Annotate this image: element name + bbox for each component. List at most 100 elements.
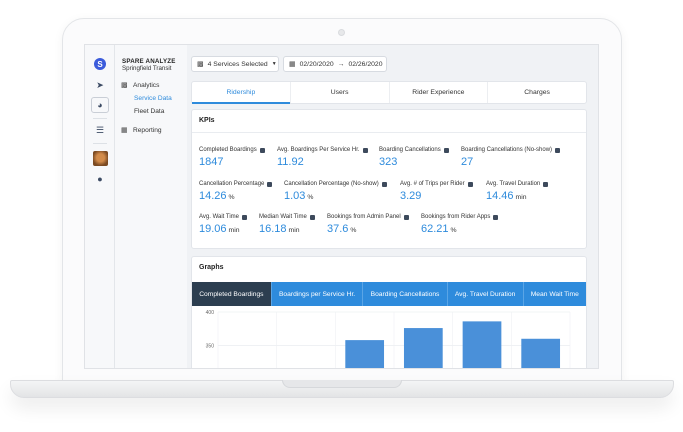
- info-icon[interactable]: [543, 181, 549, 187]
- date-range-picker[interactable]: ▦ 02/20/2020 → 02/26/2020: [283, 56, 387, 72]
- nav-item-fleet-data[interactable]: Fleet Data: [134, 108, 164, 115]
- kpi-value: 27: [461, 156, 474, 168]
- services-dropdown[interactable]: ▩ 4 Services Selected ▼: [191, 56, 279, 72]
- kpi-value: 14.46: [486, 190, 514, 202]
- main-content: ▩ 4 Services Selected ▼ ▦ 02/20/2020 → 0…: [187, 45, 598, 369]
- dashboard-icon[interactable]: ◕: [91, 97, 109, 113]
- kpi-label: Boarding Cancellations (No-show): [461, 147, 553, 153]
- kpi-label: Avg. Wait Time: [199, 214, 240, 220]
- info-icon[interactable]: [242, 214, 248, 220]
- kpi-unit: %: [450, 227, 457, 234]
- bar[interactable]: [462, 321, 502, 369]
- app-screen: S ➤ ◕ ☰ ● SPARE ANALYZE Springfield Tran…: [84, 44, 599, 369]
- graph-tab-completed-boardings[interactable]: Completed Boardings: [192, 282, 272, 306]
- kpi-label: Bookings from Rider Apps: [421, 214, 491, 220]
- info-icon[interactable]: [259, 147, 265, 153]
- kpi-avg-boardings-per-hr: Avg. Boardings Per Service Hr. 11.92: [277, 147, 368, 168]
- kpi-value: 3.29: [400, 190, 422, 202]
- nav-item-label: Analytics: [133, 82, 160, 89]
- graph-tab-boarding-cancellations[interactable]: Boarding Cancellations: [363, 282, 448, 306]
- kpi-label: Boarding Cancellations: [379, 147, 441, 153]
- rocket-icon[interactable]: ➤: [91, 77, 109, 93]
- section-tabs: Ridership Users Rider Experience Charges: [191, 81, 587, 104]
- nav-item-label: Reporting: [133, 127, 162, 134]
- kpi-median-wait-time: Median Wait Time 16.18 min: [259, 214, 315, 235]
- info-icon[interactable]: [555, 147, 561, 153]
- chevron-down-icon: ▼: [271, 61, 277, 67]
- org-subtitle: Springfield Transit: [122, 65, 172, 72]
- kpi-value: 323: [379, 156, 398, 168]
- info-icon[interactable]: [443, 147, 449, 153]
- org-name: SPARE ANALYZE: [122, 58, 176, 65]
- graph-tabs: Completed Boardings Boardings per Servic…: [192, 282, 587, 306]
- kpi-boarding-cancellations: Boarding Cancellations 323: [379, 147, 449, 168]
- nav-item-analytics[interactable]: ▩ Analytics: [121, 82, 159, 89]
- kpi-label: Completed Boardings: [199, 147, 257, 153]
- icon-rail: S ➤ ◕ ☰ ●: [85, 45, 115, 368]
- tab-charges[interactable]: Charges: [488, 82, 586, 103]
- table-icon: ▦: [121, 127, 128, 134]
- laptop-camera: [338, 29, 345, 36]
- kpi-label: Median Wait Time: [259, 214, 307, 220]
- nav-item-reporting[interactable]: ▦ Reporting: [121, 127, 162, 134]
- kpi-unit: min: [228, 227, 240, 234]
- spare-logo-icon[interactable]: S: [94, 58, 106, 70]
- kpi-card-title: KPIs: [199, 117, 215, 124]
- tab-ridership[interactable]: Ridership: [192, 82, 291, 104]
- kpi-cancellation-percentage-no-show: Cancellation Percentage (No-show) 1.03%: [284, 181, 387, 202]
- kpi-value: 16.18: [259, 223, 287, 235]
- graph-tab-boardings-per-service-hr[interactable]: Boardings per Service Hr.: [271, 282, 364, 306]
- bell-icon[interactable]: ●: [91, 171, 109, 187]
- graph-tab-avg-travel-duration[interactable]: Avg. Travel Duration: [447, 282, 524, 306]
- kpi-value: 37.6: [327, 223, 349, 235]
- kpi-avg-travel-duration: Avg. Travel Duration 14.46 min: [486, 181, 549, 202]
- info-icon[interactable]: [362, 147, 368, 153]
- kpi-label: Cancellation Percentage: [199, 181, 265, 187]
- kpi-bookings-admin-panel: Bookings from Admin Panel 37.6%: [327, 214, 409, 235]
- nav-panel: SPARE ANALYZE Springfield Transit ▩ Anal…: [115, 45, 187, 368]
- tab-rider-experience[interactable]: Rider Experience: [390, 82, 489, 103]
- bar[interactable]: [403, 328, 443, 369]
- kpi-value: 11.92: [277, 156, 304, 168]
- kpi-bookings-rider-apps: Bookings from Rider Apps 62.21%: [421, 214, 499, 235]
- info-icon[interactable]: [403, 214, 409, 220]
- sliders-icon[interactable]: ☰: [91, 122, 109, 138]
- bar[interactable]: [521, 338, 561, 369]
- kpi-avg-wait-time: Avg. Wait Time 19.06 min: [199, 214, 248, 235]
- laptop-notch: [282, 380, 402, 388]
- info-icon[interactable]: [381, 181, 387, 187]
- divider: [192, 132, 586, 133]
- info-icon[interactable]: [493, 214, 499, 220]
- avatar[interactable]: [93, 151, 108, 166]
- kpi-unit: %: [307, 194, 314, 201]
- kpi-value: 14.26: [199, 190, 227, 202]
- services-dropdown-label: 4 Services Selected: [207, 60, 268, 68]
- calendar-icon: ▦: [289, 60, 296, 68]
- arrow-right-icon: →: [337, 60, 345, 68]
- completed-boardings-chart: 400350300: [206, 310, 571, 369]
- graphs-card: Graphs Completed Boardings Boardings per…: [191, 256, 587, 369]
- kpi-value: 62.21: [421, 223, 449, 235]
- nav-item-service-data[interactable]: Service Data: [134, 95, 172, 102]
- kpi-label: Avg. Travel Duration: [486, 181, 541, 187]
- info-icon[interactable]: [309, 214, 315, 220]
- kpi-card: KPIs Completed Boardings 1847 Avg. Board…: [191, 109, 587, 249]
- kpi-completed-boardings: Completed Boardings 1847: [199, 147, 265, 168]
- kpi-cancellation-percentage: Cancellation Percentage 14.26%: [199, 181, 273, 202]
- kpi-unit: min: [515, 194, 527, 201]
- info-icon[interactable]: [467, 181, 473, 187]
- bar[interactable]: [345, 340, 385, 369]
- kpi-label: Bookings from Admin Panel: [327, 214, 401, 220]
- y-tick-label: 400: [206, 310, 215, 316]
- rail-divider: [93, 143, 107, 144]
- graphs-card-title: Graphs: [199, 264, 224, 271]
- kpi-label: Avg. # of Trips per Rider: [400, 181, 465, 187]
- kpi-unit: %: [228, 194, 235, 201]
- rail-divider: [93, 118, 107, 119]
- date-start: 02/20/2020: [299, 60, 334, 68]
- kpi-avg-trips-per-rider: Avg. # of Trips per Rider 3.29: [400, 181, 473, 202]
- info-icon[interactable]: [267, 181, 273, 187]
- graph-tab-mean-wait-time[interactable]: Mean Wait Time: [523, 282, 587, 306]
- bar-chart-icon: ▩: [197, 60, 204, 68]
- tab-users[interactable]: Users: [291, 82, 390, 103]
